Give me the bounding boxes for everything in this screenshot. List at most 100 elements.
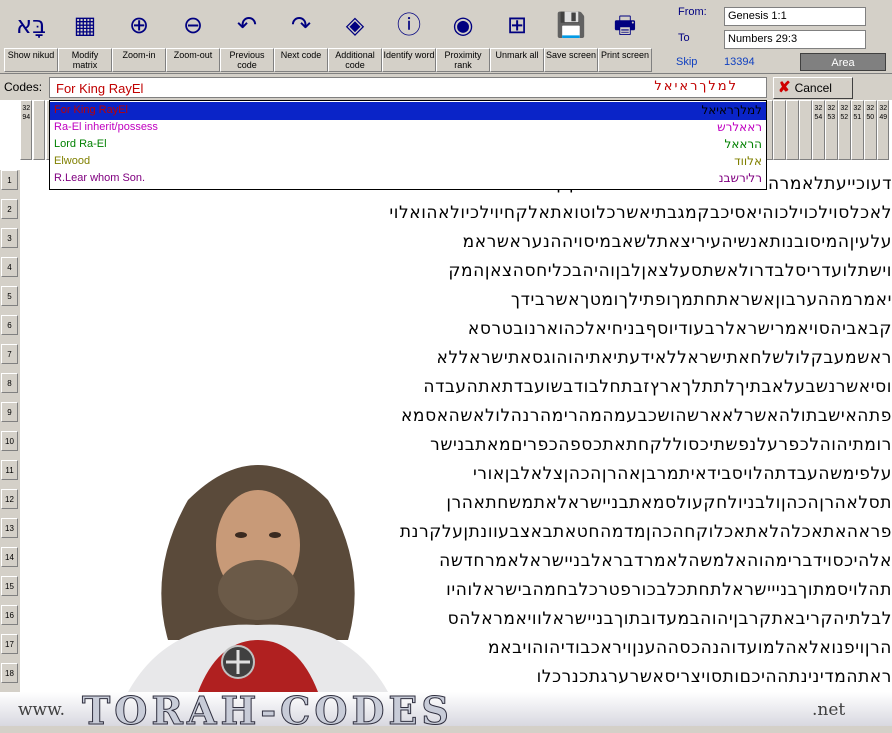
show-nikud-button[interactable]: בָּא Show nikud — [4, 2, 58, 72]
dropdown-item-hebrew: הראאל — [724, 137, 762, 151]
row-header[interactable]: 1 — [1, 170, 18, 190]
toolbar-button-label: Show nikud — [4, 48, 58, 72]
toolbar-button-label: Modify matrix — [58, 48, 112, 72]
zoom-in-icon: ⊕ — [128, 11, 150, 39]
column-header[interactable] — [32, 100, 46, 160]
area-button[interactable]: Area — [800, 53, 886, 71]
column-header[interactable]: 3252 — [838, 100, 851, 160]
codes-label: Codes: — [4, 80, 43, 94]
column-header[interactable]: 3254 — [812, 100, 825, 160]
dropdown-item-hebrew: אלווד — [734, 154, 762, 168]
toolbar-button-label: Save screen — [544, 48, 598, 72]
row-header[interactable]: 18 — [1, 663, 18, 683]
matrix-row[interactable]: יאמרמההערבוןאשראתחתמךופתילךומטךאשרבידך — [22, 286, 892, 315]
toolbar-button-label: Proximity rank — [436, 48, 490, 72]
row-header[interactable]: 12 — [1, 489, 18, 509]
codes-hebrew-mark: למלךראיאל — [654, 79, 738, 94]
toolbar-button-label: Zoom-in — [112, 48, 166, 72]
nikud-icon: בָּא — [16, 11, 46, 39]
column-header[interactable] — [773, 100, 786, 160]
previous-code-button[interactable]: ↶ Previous code — [220, 2, 274, 72]
dropdown-item[interactable]: Ra-El inherit/possess ראאלרש — [50, 119, 766, 137]
toolbar-button-label: Zoom-out — [166, 48, 220, 72]
skip-value: 13394 — [724, 56, 755, 68]
matrix-row[interactable]: קבאביהסויאמרישראלרבעודיוסףבניחיאלכהוארנו… — [22, 315, 892, 344]
codes-row: Codes: For King RayEl למלךראיאל ▼ ✘Cance… — [0, 76, 892, 100]
codes-dropdown-list: For King RayEl למלךראיאל Ra-El inherit/pos… — [49, 100, 767, 190]
column-header[interactable] — [799, 100, 812, 160]
to-field[interactable]: Numbers 29:3 — [724, 30, 866, 49]
zoom-out-button[interactable]: ⊖ Zoom-out — [166, 2, 220, 72]
toolbar: From: Genesis 1:1 To Numbers 29:3 Skip 1… — [0, 0, 892, 74]
footer-net: .net — [812, 700, 846, 720]
dropdown-item[interactable]: Lord Ra-El הראאל — [50, 136, 766, 154]
modify-matrix-button[interactable]: ▦ Modify matrix — [58, 2, 112, 72]
toolbar-button-label: Next code — [274, 48, 328, 72]
column-header[interactable] — [786, 100, 799, 160]
dropdown-item[interactable]: R.Lear whom Son. רלירשבנ — [50, 170, 766, 188]
row-header[interactable]: 8 — [1, 373, 18, 393]
dropdown-item-text: Ra-El inherit/possess — [54, 121, 158, 133]
matrix-row[interactable]: וסיאשרנשבעלאבתיךלתתלךארץזבתחלבודבשועבדתא… — [22, 373, 892, 402]
print-screen-button[interactable]: 🖶 Print screen — [598, 2, 652, 72]
column-header[interactable]: 3253 — [825, 100, 838, 160]
dropdown-item-hebrew: למלךראיאל — [701, 103, 762, 117]
row-header[interactable]: 9 — [1, 402, 18, 422]
footer-title: TORAH-CODES — [82, 688, 453, 733]
dropdown-item-text: Lord Ra-El — [54, 138, 107, 150]
column-header[interactable]: 3249 — [877, 100, 890, 160]
previous-code-icon: ↶ — [236, 11, 258, 39]
proximity-rank-icon: ◉ — [452, 11, 474, 39]
toolbar-button-label: Unmark all — [490, 48, 544, 72]
row-header[interactable]: 16 — [1, 605, 18, 625]
row-header[interactable]: 13 — [1, 518, 18, 538]
identify-word-button[interactable]: ⓘ Identify word — [382, 2, 436, 72]
codes-combobox[interactable]: For King RayEl למלךראיאל ▼ — [49, 77, 814, 98]
matrix-row[interactable]: ראשמעבקלולשלחאתישראללאידעתיאתיהוהוגסאתיש… — [22, 344, 892, 373]
row-header[interactable]: 15 — [1, 576, 18, 596]
dropdown-item-text: Elwood — [54, 155, 91, 167]
row-header[interactable]: 17 — [1, 634, 18, 654]
unmark-all-button[interactable]: ⊞ Unmark all — [490, 2, 544, 72]
unmark-all-icon: ⊞ — [506, 11, 528, 39]
toolbar-button-label: Print screen — [598, 48, 652, 72]
footer-banner: www. TORAH-CODES .net — [0, 688, 892, 733]
matrix-row[interactable]: לאכלסוילכוילכוהיאסיכבקמגבתיאשרכלוטואתאלק… — [22, 199, 892, 228]
row-header[interactable]: 3 — [1, 228, 18, 248]
row-header[interactable]: 7 — [1, 344, 18, 364]
proximity-rank-button[interactable]: ◉ Proximity rank — [436, 2, 490, 72]
footer-www: www. — [18, 700, 66, 720]
row-header[interactable]: 11 — [1, 460, 18, 480]
save-screen-button[interactable]: 💾 Save screen — [544, 2, 598, 72]
next-code-button[interactable]: ↷ Next code — [274, 2, 328, 72]
zoom-out-icon: ⊖ — [182, 11, 204, 39]
from-label: From: — [678, 6, 707, 18]
dropdown-item-hebrew: רלירשבנ — [718, 171, 762, 185]
save-screen-icon: 💾 — [556, 11, 586, 39]
row-header[interactable]: 4 — [1, 257, 18, 277]
row-header[interactable]: 10 — [1, 431, 18, 451]
cancel-button[interactable]: ✘ Cancel — [773, 77, 853, 99]
additional-code-button[interactable]: ◈ Additional code — [328, 2, 382, 72]
column-header[interactable]: 3251 — [851, 100, 864, 160]
codes-value: For King RayEl — [56, 81, 144, 96]
dropdown-item-hebrew: ראאלרש — [717, 120, 762, 134]
matrix-row[interactable]: וישתלועדריסלבדרולאשתסעלצאןלבןוהיהבכליחסה… — [22, 257, 892, 286]
row-header[interactable]: 2 — [1, 199, 18, 219]
matrix-row[interactable]: עלעיןהמיסובנותאנשיהעיריצאתלשאבמיסויההנער… — [22, 228, 892, 257]
from-field[interactable]: Genesis 1:1 — [724, 7, 866, 26]
additional-code-icon: ◈ — [345, 11, 365, 39]
dropdown-item-text: R.Lear whom Son. — [54, 172, 146, 184]
row-header[interactable]: 6 — [1, 315, 18, 335]
torah-codes-app: From: Genesis 1:1 To Numbers 29:3 Skip 1… — [0, 0, 892, 733]
matrix-row[interactable]: פתהאישבתולהאשרלאארשהושכבעמהמהרימהרנהלולא… — [22, 402, 892, 431]
column-header[interactable]: 3294 — [20, 100, 33, 160]
zoom-in-button[interactable]: ⊕ Zoom-in — [112, 2, 166, 72]
row-header[interactable]: 5 — [1, 286, 18, 306]
row-header[interactable]: 14 — [1, 547, 18, 567]
dropdown-item[interactable]: Elwood אלווד — [50, 153, 766, 171]
skip-label: Skip — [676, 56, 698, 68]
portrait-image — [108, 460, 408, 692]
dropdown-item[interactable]: For King RayEl למלךראיאל — [50, 102, 766, 120]
column-header[interactable]: 3250 — [864, 100, 877, 160]
